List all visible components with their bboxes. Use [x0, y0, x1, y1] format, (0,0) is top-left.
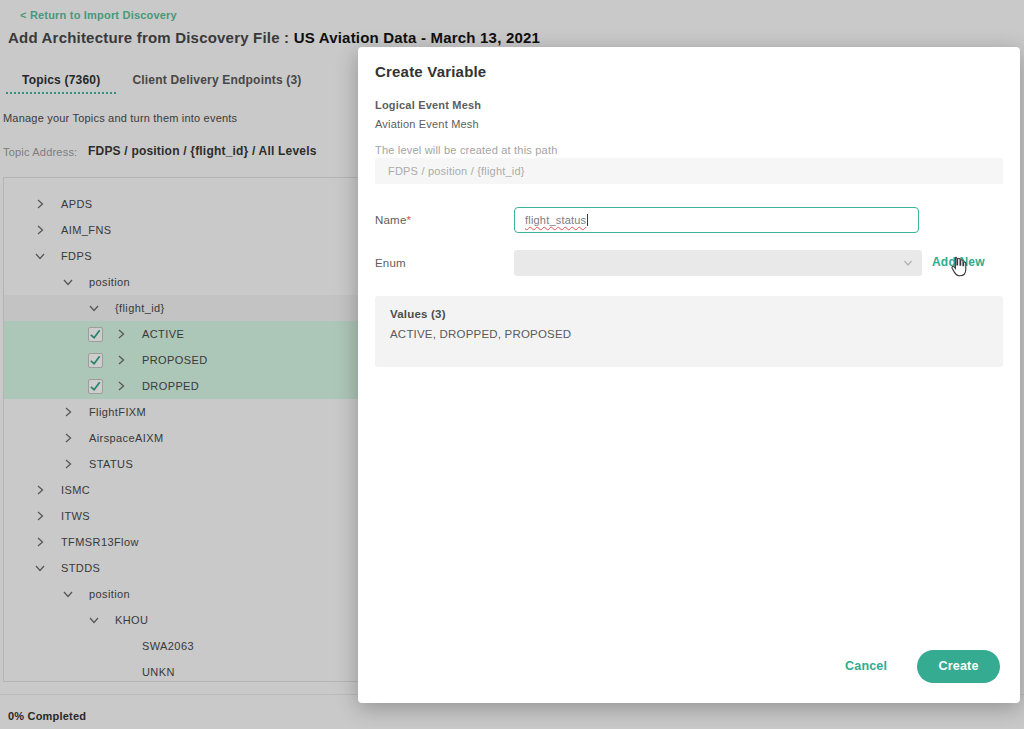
mesh-value: Aviation Event Mesh	[375, 118, 479, 130]
values-list: ACTIVE, DROPPED, PROPOSED	[390, 328, 571, 340]
text-caret	[587, 214, 588, 226]
path-hint: The level will be created at this path	[375, 144, 557, 156]
values-title: Values (3)	[390, 308, 446, 320]
modal-title: Create Variable	[375, 63, 486, 80]
create-variable-modal: Create Variable Logical Event Mesh Aviat…	[358, 47, 1020, 703]
name-input[interactable]: flight_status	[514, 207, 919, 233]
mesh-label: Logical Event Mesh	[375, 99, 481, 111]
mouse-cursor-icon	[946, 254, 971, 279]
enum-select[interactable]	[514, 250, 922, 276]
cancel-button[interactable]: Cancel	[845, 659, 887, 673]
enum-label: Enum	[375, 257, 406, 269]
path-field: FDPS / position / {flight_id}	[375, 158, 1003, 184]
values-panel: Values (3) ACTIVE, DROPPED, PROPOSED	[375, 296, 1003, 367]
name-label: Name*	[375, 214, 411, 226]
required-asterisk: *	[406, 214, 411, 226]
chevron-down-icon	[902, 257, 914, 269]
create-button[interactable]: Create	[917, 650, 1000, 683]
